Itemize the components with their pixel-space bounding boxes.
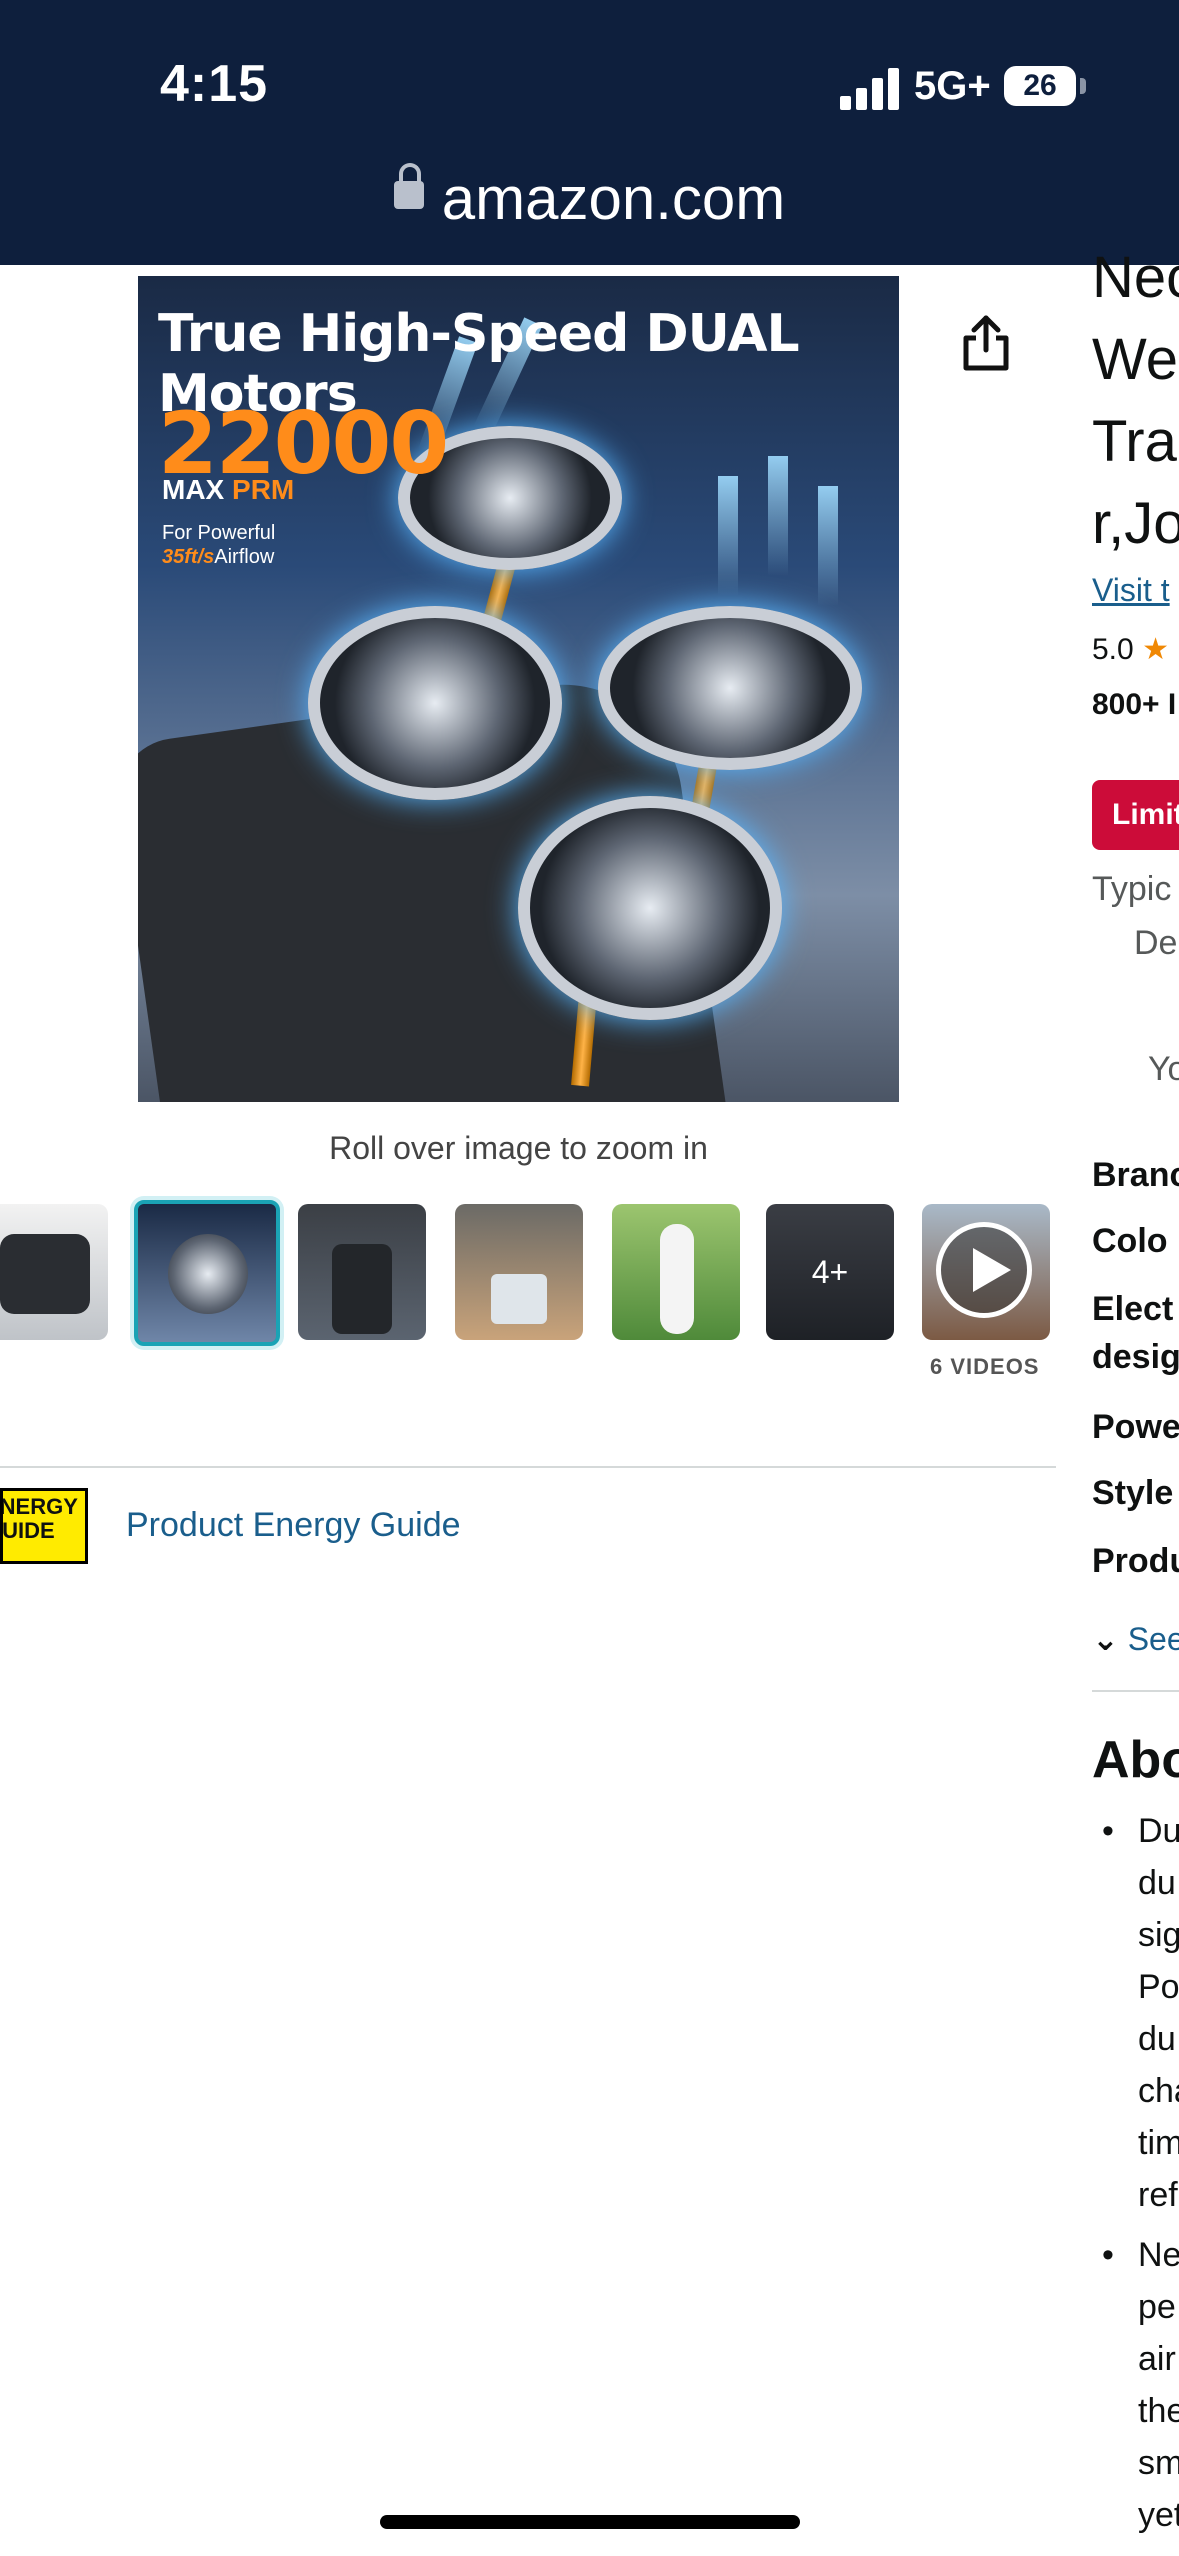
motor-rotor — [518, 796, 782, 1020]
airflow-streak — [718, 476, 738, 596]
url-text[interactable]: amazon.com — [442, 165, 785, 232]
column-divider — [1092, 1690, 1179, 1692]
bullet2-line-1: Ne — [1138, 2236, 1179, 2274]
bullet1-line-1: Du — [1138, 1812, 1179, 1850]
energy-guide-badge-text: ENERGY GUIDE — [0, 1494, 78, 1543]
spec-color: Colo — [1092, 1222, 1168, 1260]
spec-design: desig — [1092, 1338, 1179, 1376]
bullet2-line-3: air — [1138, 2340, 1176, 2378]
address-bar[interactable]: amazon.com — [0, 162, 1179, 244]
spec-electric: Elect — [1092, 1290, 1174, 1328]
thumbnail-motor-shape — [168, 1234, 248, 1314]
product-main-image[interactable]: True High-Speed DUAL Motors 22000 MAX PR… — [138, 276, 899, 1102]
title-line-3: Tra — [1092, 409, 1177, 474]
title-line-4: r,Jo — [1092, 491, 1179, 556]
cellular-signal-icon — [840, 66, 900, 110]
bullet1-line-7: tim — [1138, 2124, 1179, 2162]
energy-guide-badge[interactable]: ENERGY GUIDE — [0, 1488, 88, 1564]
image-rpm-label: MAX PRM — [162, 474, 294, 506]
status-time: 4:15 — [160, 55, 269, 113]
delivery-label: De — [1134, 924, 1178, 962]
bullet2-line-2: pe — [1138, 2288, 1176, 2326]
bullet1-line-2: du — [1138, 1864, 1176, 1902]
see-more-link[interactable]: ⌄ See — [1092, 1620, 1179, 1658]
thumbnail-more-label: 4+ — [811, 1254, 849, 1290]
bought-count: 800+ I — [1092, 688, 1177, 721]
battery-cap — [1080, 78, 1086, 94]
battery-level: 26 — [1023, 69, 1057, 102]
bullet1-line-4: Po — [1138, 1968, 1179, 2006]
image-airflow-prefix: For Powerful — [162, 522, 276, 544]
title-line-2: We — [1092, 327, 1178, 392]
motor-rotor — [598, 606, 862, 770]
bullet1-line-5: du — [1138, 2020, 1176, 2058]
thumbnail-more[interactable]: 4+ — [766, 1204, 894, 1340]
bullet1-line-3: sig — [1138, 1916, 1179, 1954]
image-airflow-line: 35ft/sAirflow — [162, 546, 274, 569]
play-icon[interactable] — [936, 1222, 1032, 1318]
rating-value: 5.0 — [1092, 633, 1134, 666]
bullet1-line-6: cha — [1138, 2072, 1179, 2110]
thumbnail-dual-motors[interactable] — [134, 1200, 280, 1346]
image-rpm-max: MAX — [162, 474, 225, 505]
title-line-1: Nec — [1092, 245, 1179, 310]
chevron-down-icon: ⌄ — [1092, 1621, 1119, 1657]
image-airflow-suffix: Airflow — [214, 546, 275, 568]
image-rpm-unit: PRM — [232, 474, 295, 505]
airflow-streak — [768, 456, 788, 576]
motor-rotor — [308, 606, 562, 800]
thumbnail-body-cooling[interactable] — [298, 1204, 426, 1340]
thumbnail-battery-capacity[interactable] — [455, 1204, 583, 1340]
rating-row[interactable]: 5.0 ★ — [1092, 632, 1169, 667]
thumbnail-device[interactable] — [0, 1204, 108, 1340]
airflow-streak — [818, 486, 838, 606]
typical-price-label: Typic — [1092, 870, 1172, 908]
bullet1-line-8: ref — [1138, 2176, 1178, 2214]
product-details-column: Nec We Tra r,Jo Visit t 5.0 ★ 800+ I Lim… — [1092, 0, 1179, 2556]
videos-count[interactable]: 6 VIDEOS — [930, 1354, 1039, 1380]
share-icon[interactable] — [958, 312, 1014, 372]
thumbnail-video[interactable] — [922, 1204, 1050, 1340]
lock-icon — [393, 162, 424, 209]
about-heading: Abo — [1092, 1731, 1179, 1789]
thumbnail-golfer-shape — [660, 1224, 694, 1334]
battery-icon: 26 — [1004, 66, 1076, 106]
bullet-dot: • — [1102, 2236, 1114, 2274]
thumbnail-golf[interactable] — [612, 1204, 740, 1340]
you-save-label: Yo — [1148, 1050, 1179, 1088]
spec-product: Produ — [1092, 1542, 1179, 1580]
spec-brand: Branc — [1092, 1156, 1179, 1194]
network-type: 5G+ — [914, 64, 991, 108]
thumbnail-body-shape — [332, 1244, 392, 1334]
thumbnail-battery-shape — [491, 1274, 547, 1324]
thumbnail-strip[interactable]: 4+ — [0, 1200, 1056, 1346]
home-indicator[interactable] — [380, 2515, 800, 2529]
bullet2-line-4: the — [1138, 2392, 1179, 2430]
section-divider — [0, 1466, 1056, 1468]
limited-deal-badge: Limit — [1092, 780, 1179, 850]
zoom-hint: Roll over image to zoom in — [329, 1130, 708, 1166]
spec-style: Style — [1092, 1474, 1174, 1512]
bullet2-line-5: sm — [1138, 2444, 1179, 2482]
spec-power: Powe — [1092, 1408, 1179, 1446]
bullet-dot: • — [1102, 1812, 1114, 1850]
browser-header: 4:15 5G+ 26 amazon.com — [0, 0, 1179, 265]
see-more-label: See — [1127, 1621, 1179, 1657]
star-icon: ★ — [1142, 633, 1169, 666]
visit-store-link[interactable]: Visit t — [1092, 572, 1170, 609]
bullet2-line-6: yet — [1138, 2496, 1179, 2534]
image-airflow-value: 35ft/s — [162, 546, 215, 568]
energy-guide-link[interactable]: Product Energy Guide — [126, 1506, 461, 1545]
thumbnail-device-shape — [0, 1234, 90, 1314]
